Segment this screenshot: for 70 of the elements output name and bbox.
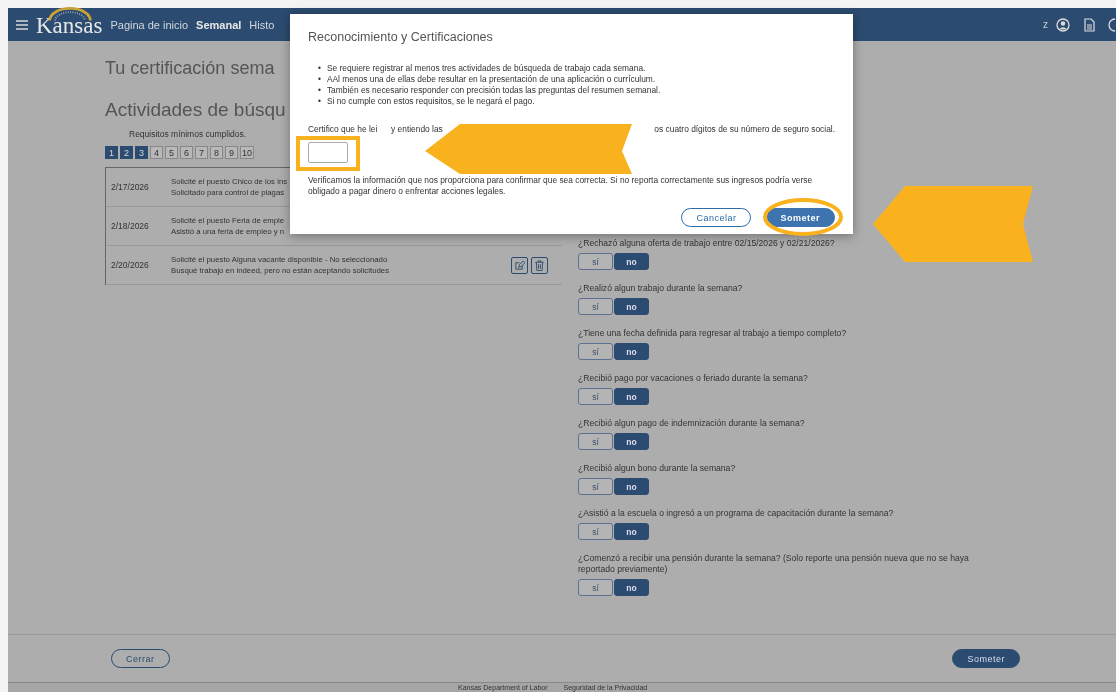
activity-date: 2/17/2026 [110, 182, 150, 192]
progress-step: 7 [195, 146, 208, 159]
bullet-marker: • [318, 96, 321, 107]
bullet-marker: • [318, 74, 321, 85]
dialog-title: Reconocimiento y Certificaciones [308, 30, 494, 44]
section-title: Actividades de búsqu [105, 99, 286, 121]
user-icon[interactable] [1056, 17, 1070, 32]
question-text: ¿Asistió a la escuela o ingresó a un programa de capacitación durante la semana? [578, 508, 895, 519]
answer-option[interactable]: sí [578, 343, 613, 360]
answer-option[interactable]: no [614, 253, 649, 270]
answer-option[interactable]: no [614, 343, 649, 360]
question-text: ¿Recibió algun pago de indemnización durante la semana? [578, 418, 806, 429]
answer-option[interactable]: no [614, 388, 649, 405]
answer-option[interactable]: no [614, 478, 649, 495]
verification-text: Verificamos la información que nos proporciona para confirmar que sea correcta. Si no reporta correctamente sus ingresos podría verse obligado a pagar dinero o enfrentar acciones legales. [308, 175, 814, 197]
progress-step: 1 [105, 146, 118, 159]
delete-button[interactable] [531, 256, 548, 274]
progress-step: 2 [120, 146, 133, 159]
question-text: ¿Comenzó a recibir una pensión durante la semana? (Solo reporte una pensión nueva que no se haya reportado previamente) [578, 553, 970, 575]
progress-step: 8 [210, 146, 223, 159]
menu-icon[interactable] [16, 19, 28, 30]
pencil-icon [514, 259, 525, 271]
answer-option[interactable]: sí [578, 388, 613, 405]
nav-link[interactable]: Semanal [196, 18, 242, 31]
annotation-box [296, 136, 360, 171]
requirement-text: También es necesario responder con precisión todas las preguntas del resumen semanal. [326, 85, 661, 96]
requirement-text: Se requiere registrar al menos tres actividades de búsqueda de trabajo cada semana. [326, 63, 646, 74]
ssn-input-field[interactable] [308, 142, 348, 163]
requirement-text: Si no cumple con estos requisitos, se le negará el pago. [326, 96, 535, 107]
answer-option[interactable]: no [614, 298, 649, 315]
activity-date: 2/18/2026 [110, 221, 150, 231]
page-title: Tu certificación sema [105, 58, 275, 79]
progress-step: 5 [165, 146, 178, 159]
question-text: ¿Realizó algun trabajo durante la semana? [578, 283, 744, 294]
requirements-label: Requisitos mínimos cumplidos. [129, 129, 247, 139]
certify-text: y entiendo las [391, 124, 443, 134]
answer-option[interactable]: no [614, 433, 649, 450]
dialog-submit-button[interactable]: Someter [765, 208, 835, 227]
certify-text: os cuatro dígitos de su número de seguro social. [654, 124, 835, 134]
progress-step: 6 [180, 146, 193, 159]
requirement-text: AAl menos una de ellas debe resultar en la presentación de una aplicación o currículum. [326, 74, 656, 85]
question-text: ¿Recibió algun bono durante la semana? [578, 463, 737, 474]
answer-option[interactable]: sí [578, 523, 613, 540]
certify-text: Certifico que he lei [308, 124, 378, 134]
submit-button[interactable]: Someter [952, 649, 1020, 668]
answer-option[interactable]: sí [578, 298, 613, 315]
answer-option[interactable]: sí [578, 478, 613, 495]
cancel-button[interactable]: Cancelar [681, 208, 752, 227]
logo: Kansas [36, 7, 103, 42]
question-text: ¿Rechazó alguna oferta de trabajo entre 02/15/2026 y 02/21/2026? [578, 238, 836, 249]
trash-icon [534, 259, 545, 271]
nav-link[interactable]: Pagina de inicio [110, 18, 189, 31]
bullet-marker: • [318, 63, 321, 74]
bullet-marker: • [318, 85, 321, 96]
answer-option[interactable]: no [614, 579, 649, 596]
progress-step: 9 [225, 146, 238, 159]
answer-option[interactable]: sí [578, 253, 613, 270]
answer-option[interactable]: sí [578, 579, 613, 596]
answer-option[interactable]: sí [578, 433, 613, 450]
activity-date: 2/20/2026 [110, 260, 150, 270]
answer-option[interactable]: no [614, 523, 649, 540]
document-icon[interactable] [1082, 17, 1096, 32]
progress-step: 10 [240, 146, 254, 159]
question-text: ¿Tiene una fecha definida para regresar al trabajo a tiempo completo? [578, 328, 848, 339]
question-text: ¿Recibió pago por vacaciones o feriado durante la semana? [578, 373, 809, 384]
progress-step: 3 [135, 146, 148, 159]
user-initial: z [1043, 19, 1048, 30]
progress-step: 4 [150, 146, 163, 159]
nav-link[interactable]: Histo [249, 18, 275, 31]
edit-button[interactable] [511, 256, 528, 274]
